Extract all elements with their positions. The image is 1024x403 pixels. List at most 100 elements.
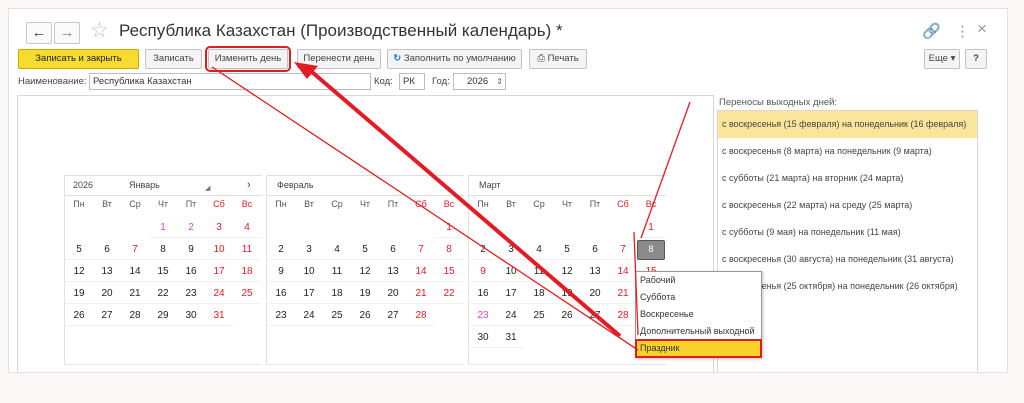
day-cell[interactable]: 13 [581, 262, 609, 282]
day-cell[interactable]: 3 [497, 240, 525, 260]
name-field[interactable]: Республика Казахстан [89, 73, 371, 90]
day-type-option[interactable]: Суббота [636, 289, 761, 306]
day-cell[interactable]: 30 [469, 328, 497, 348]
day-cell[interactable]: 26 [351, 306, 379, 326]
day-cell[interactable]: 1 [637, 218, 665, 238]
day-cell[interactable]: 1 [435, 218, 463, 238]
more-menu-icon[interactable]: ⋮ [955, 22, 970, 40]
day-cell[interactable]: 25 [233, 284, 261, 304]
day-cell[interactable]: 2 [267, 240, 295, 260]
day-cell[interactable]: 10 [497, 262, 525, 282]
day-cell[interactable]: 23 [177, 284, 205, 304]
day-cell[interactable]: 12 [65, 262, 93, 282]
day-cell[interactable]: 27 [93, 306, 121, 326]
day-cell[interactable]: 22 [435, 284, 463, 304]
link-icon[interactable]: 🔗 [922, 22, 941, 40]
day-cell[interactable]: 20 [581, 284, 609, 304]
day-cell[interactable]: 19 [553, 284, 581, 304]
day-type-option[interactable]: Рабочий [636, 272, 761, 289]
day-cell[interactable]: 17 [497, 284, 525, 304]
day-cell[interactable]: 28 [609, 306, 637, 326]
transfer-item[interactable]: с субботы (21 марта) на вторник (24 март… [718, 165, 977, 192]
fill-default-button[interactable]: ↻ Заполнить по умолчанию [387, 49, 522, 69]
more-button[interactable]: Еще ▾ [924, 49, 960, 69]
day-cell[interactable]: 24 [295, 306, 323, 326]
day-cell[interactable]: 21 [609, 284, 637, 304]
day-cell[interactable]: 25 [525, 306, 553, 326]
day-cell[interactable]: 13 [93, 262, 121, 282]
day-cell[interactable]: 20 [379, 284, 407, 304]
day-cell[interactable]: 10 [295, 262, 323, 282]
day-cell[interactable]: 21 [121, 284, 149, 304]
day-cell[interactable]: 17 [295, 284, 323, 304]
day-cell[interactable]: 28 [121, 306, 149, 326]
day-cell[interactable]: 19 [351, 284, 379, 304]
day-type-option[interactable]: Праздник [635, 339, 762, 358]
day-cell[interactable]: 17 [205, 262, 233, 282]
day-cell[interactable]: 31 [497, 328, 525, 348]
day-cell[interactable]: 15 [149, 262, 177, 282]
close-icon[interactable]: × [977, 19, 987, 39]
day-cell[interactable]: 24 [497, 306, 525, 326]
day-type-option[interactable]: Воскресенье [636, 306, 761, 323]
day-cell[interactable]: 18 [525, 284, 553, 304]
day-cell[interactable]: 19 [65, 284, 93, 304]
day-cell[interactable]: 27 [581, 306, 609, 326]
day-cell[interactable]: 6 [379, 240, 407, 260]
day-cell[interactable]: 1 [149, 218, 177, 238]
day-cell[interactable]: 9 [177, 240, 205, 260]
day-cell[interactable]: 7 [121, 240, 149, 260]
day-cell[interactable]: 26 [553, 306, 581, 326]
change-day-button[interactable]: Изменить день [205, 46, 291, 72]
day-cell[interactable]: 6 [581, 240, 609, 260]
day-cell[interactable]: 22 [149, 284, 177, 304]
day-cell[interactable]: 11 [525, 262, 553, 282]
day-cell[interactable]: 8 [435, 240, 463, 260]
day-cell[interactable]: 25 [323, 306, 351, 326]
day-cell[interactable]: 31 [205, 306, 233, 326]
day-cell[interactable]: 12 [553, 262, 581, 282]
year-stepper-icon[interactable]: ⇕ [496, 74, 503, 89]
day-cell[interactable]: 3 [295, 240, 323, 260]
transfer-item[interactable]: с воскресенья (22 марта) на среду (25 ма… [718, 192, 977, 219]
day-cell[interactable]: 15 [435, 262, 463, 282]
transfer-item[interactable]: с воскресенья (30 августа) на понедельни… [718, 246, 977, 273]
day-cell[interactable]: 4 [525, 240, 553, 260]
day-cell[interactable]: 12 [351, 262, 379, 282]
back-button[interactable]: ← [26, 22, 52, 44]
next-month-icon[interactable]: › [247, 176, 251, 195]
day-cell[interactable]: 29 [149, 306, 177, 326]
day-cell[interactable]: 2 [177, 218, 205, 238]
day-cell[interactable]: 20 [93, 284, 121, 304]
transfer-item[interactable]: с воскресенья (8 марта) на понедельник (… [718, 138, 977, 165]
day-cell[interactable]: 9 [267, 262, 295, 282]
year-field[interactable]: 2026 ⇕ [453, 73, 506, 90]
day-cell[interactable]: 5 [65, 240, 93, 260]
print-button[interactable]: ⎙ Печать [529, 49, 587, 69]
day-cell[interactable]: 9 [469, 262, 497, 282]
day-cell[interactable]: 14 [407, 262, 435, 282]
day-cell[interactable]: 23 [267, 306, 295, 326]
day-cell[interactable]: 5 [351, 240, 379, 260]
day-cell[interactable]: 7 [407, 240, 435, 260]
day-cell[interactable]: 16 [469, 284, 497, 304]
day-cell[interactable]: 8 [149, 240, 177, 260]
day-cell[interactable]: 18 [323, 284, 351, 304]
code-field[interactable]: РК [399, 73, 425, 90]
favorite-star-icon[interactable]: ☆ [90, 19, 109, 43]
transfer-item[interactable]: с воскресенья (15 февраля) на понедельни… [718, 111, 977, 138]
day-cell[interactable]: 23 [469, 306, 497, 326]
save-button[interactable]: Записать [145, 49, 202, 69]
day-cell[interactable]: 27 [379, 306, 407, 326]
day-cell[interactable]: 30 [177, 306, 205, 326]
day-cell[interactable]: 16 [267, 284, 295, 304]
transfer-item[interactable]: с субботы (9 мая) на понедельник (11 мая… [718, 219, 977, 246]
save-and-close-button[interactable]: Записать и закрыть [18, 49, 139, 69]
day-cell[interactable]: 3 [205, 218, 233, 238]
day-cell[interactable]: 14 [121, 262, 149, 282]
day-cell[interactable]: 5 [553, 240, 581, 260]
day-type-option[interactable]: Дополнительный выходной [636, 323, 761, 340]
day-cell[interactable]: 11 [323, 262, 351, 282]
day-cell[interactable]: 28 [407, 306, 435, 326]
day-cell[interactable]: 13 [379, 262, 407, 282]
